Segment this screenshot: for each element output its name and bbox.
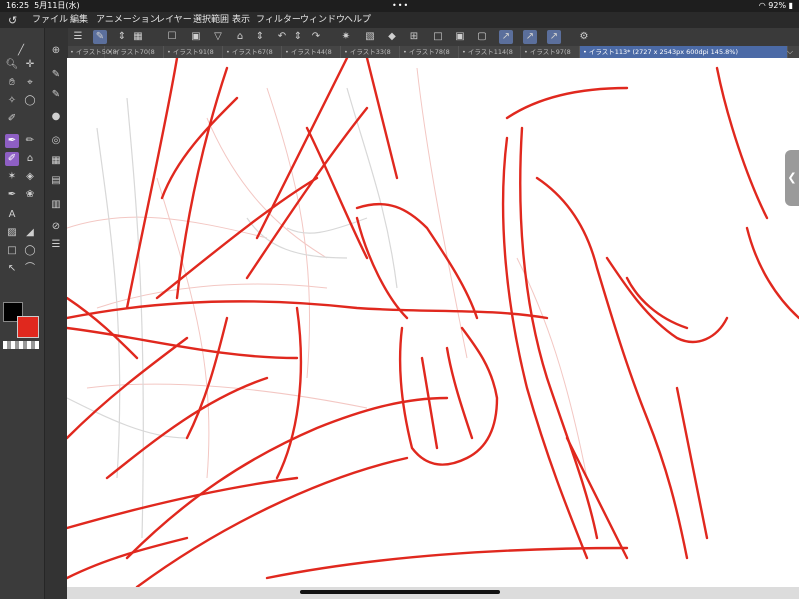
- menu-window[interactable]: ウィンドウ: [300, 12, 345, 28]
- sub-color-swatch[interactable]: [17, 316, 39, 338]
- open-folder-icon[interactable]: ▣: [189, 30, 203, 44]
- fill-bucket-icon[interactable]: ❀: [23, 188, 37, 202]
- menu-help[interactable]: ヘルプ: [344, 12, 371, 28]
- fill-icon[interactable]: ◆: [385, 30, 399, 44]
- color-set-icon[interactable]: ▦: [49, 154, 63, 168]
- color-history-icon[interactable]: ▤: [49, 174, 63, 188]
- status-bar: 16:25 5月11日(水) ••• ◠ 92% ▮: [0, 0, 799, 12]
- tab-illust-67[interactable]: • イラスト67(8: [223, 46, 282, 58]
- save-icon[interactable]: ▽: [211, 30, 225, 44]
- operation-icon[interactable]: ↖: [5, 262, 19, 276]
- clear-icon[interactable]: ▢: [475, 30, 489, 44]
- layer-mask-icon[interactable]: □: [431, 30, 445, 44]
- tab-illust-78[interactable]: • イラスト78(8: [400, 46, 459, 58]
- side-panel-toggle[interactable]: ❮: [785, 150, 799, 206]
- tab-illust-113-active[interactable]: • イラスト113* (2727 x 2543px 600dpi 145.8%): [580, 46, 788, 58]
- auto-select-icon[interactable]: ✧: [5, 94, 19, 108]
- tone-icon[interactable]: ▣: [453, 30, 467, 44]
- navigator-icon[interactable]: ⊕: [49, 44, 63, 58]
- menu-edit[interactable]: 編集: [70, 12, 88, 28]
- brush-size-palette-icon[interactable]: ●: [49, 110, 63, 124]
- layers-icon[interactable]: ☰: [49, 238, 63, 252]
- move-icon[interactable]: ✛: [23, 58, 37, 72]
- brush-icon[interactable]: ✐: [5, 152, 19, 166]
- command-bar: ☰ ✎ ⇕ ▦ ☐ ▣ ▽ ⌂ ⇕ ↶ ⇕ ↷ ✷ ▧ ◆ ⊞ □ ▣ ▢ ↗ …: [67, 28, 799, 46]
- menu-icon[interactable]: ☰: [71, 30, 85, 44]
- tab-illust-44[interactable]: • イラスト44(8: [282, 46, 341, 58]
- tab-illust-33[interactable]: • イラスト33(8: [341, 46, 400, 58]
- tab-illust-97[interactable]: • イラスト97(8: [521, 46, 580, 58]
- transform-icon[interactable]: ✷: [339, 30, 353, 44]
- settings-icon[interactable]: ⚙: [577, 30, 591, 44]
- drawing-canvas[interactable]: ❮: [67, 58, 799, 587]
- canvas-tabs: • イラスト50(8 • イラスト70(8 • イラスト91(8 • イラスト6…: [67, 46, 799, 58]
- menu-view[interactable]: 表示: [232, 12, 250, 28]
- undo-icon[interactable]: ↶: [275, 30, 289, 44]
- sketch-drawing: [67, 58, 799, 587]
- tool-panel: ╱ 🔍︎ ✛ ✋︎ ⌖ ✧ ◯ ✐ ✒ ✏ ✐ ⌂ ✶ ◈ ✒ ❀ A ▨ ◢ …: [0, 28, 44, 599]
- crop-icon[interactable]: ⊞: [407, 30, 421, 44]
- tool-property-icon[interactable]: ✎: [49, 88, 63, 102]
- eyedropper-icon[interactable]: ✐: [5, 112, 19, 126]
- material-icon[interactable]: ▥: [49, 198, 63, 212]
- pen-icon[interactable]: ✒: [5, 134, 19, 148]
- redo-icon[interactable]: ↷: [309, 30, 323, 44]
- quick-access-icon[interactable]: ✎: [93, 30, 107, 44]
- brush-size-icon[interactable]: ╱: [14, 44, 28, 58]
- menu-animation[interactable]: アニメーション: [96, 12, 159, 28]
- layer-move-icon[interactable]: ⌖: [23, 76, 37, 90]
- menu-selection[interactable]: 選択範囲: [193, 12, 229, 28]
- home-indicator[interactable]: [300, 590, 500, 594]
- status-time: 16:25 5月11日(水): [6, 1, 80, 10]
- app-logo-icon[interactable]: ↺: [8, 13, 22, 27]
- tab-illust-114[interactable]: • イラスト114(8: [459, 46, 521, 58]
- tab-illust-70[interactable]: • イラスト70(8: [105, 46, 164, 58]
- menu-file[interactable]: ファイル: [32, 12, 68, 28]
- status-dots: •••: [392, 1, 410, 10]
- transparent-color-swatch[interactable]: [3, 341, 39, 349]
- text-tool-icon[interactable]: A: [5, 208, 19, 222]
- zoom-icon[interactable]: 🔍︎: [5, 58, 19, 72]
- hand-icon[interactable]: ✋︎: [5, 76, 19, 90]
- tab-illust-91[interactable]: • イラスト91(8: [164, 46, 223, 58]
- stepper-icon[interactable]: ⇕: [115, 30, 129, 44]
- gradient-icon[interactable]: ▨: [5, 226, 19, 240]
- airbrush-icon[interactable]: ⌂: [23, 152, 37, 166]
- grid-icon[interactable]: ▦: [131, 30, 145, 44]
- sub-tool-icon[interactable]: ✎: [49, 68, 63, 82]
- decoration-icon[interactable]: ✶: [5, 170, 19, 184]
- color-wheel-icon[interactable]: ◎: [49, 134, 63, 148]
- battery-indicator: ◠ 92% ▮: [758, 1, 793, 10]
- palette-strip: ⊕ ✎ ✎ ● ◎ ▦ ▤ ▥ ⊘ ☰: [44, 28, 68, 599]
- menu-layer[interactable]: レイヤー: [156, 12, 192, 28]
- pencil-icon[interactable]: ✏: [23, 134, 37, 148]
- print-icon[interactable]: ⌂: [233, 30, 247, 44]
- menu-filter[interactable]: フィルター: [256, 12, 301, 28]
- new-file-icon[interactable]: ☐: [165, 30, 179, 44]
- deselect-icon[interactable]: ▧: [363, 30, 377, 44]
- adjust-icon[interactable]: ⇕: [253, 30, 267, 44]
- eraser-icon[interactable]: ◈: [23, 170, 37, 184]
- correct-line-icon[interactable]: ⌒: [23, 262, 37, 276]
- tab-illust-50[interactable]: • イラスト50(8: [67, 46, 117, 58]
- stabilizer-1-icon[interactable]: ↗: [499, 30, 513, 44]
- chevron-down-icon[interactable]: ⌵: [787, 46, 797, 58]
- layer-property-icon[interactable]: ⊘: [49, 220, 63, 234]
- ruler-icon[interactable]: ◯: [23, 244, 37, 258]
- undo-stepper-icon[interactable]: ⇕: [291, 30, 305, 44]
- stabilizer-2-icon[interactable]: ↗: [523, 30, 537, 44]
- frame-icon[interactable]: □: [5, 244, 19, 258]
- lasso-icon[interactable]: ◯: [23, 94, 37, 108]
- blend-icon[interactable]: ✒: [5, 188, 19, 202]
- figure-icon[interactable]: ◢: [23, 226, 37, 240]
- menu-bar: ↺ ファイル 編集 アニメーション レイヤー 選択範囲 表示 フィルター ウィン…: [0, 12, 799, 28]
- stabilizer-3-icon[interactable]: ↗: [547, 30, 561, 44]
